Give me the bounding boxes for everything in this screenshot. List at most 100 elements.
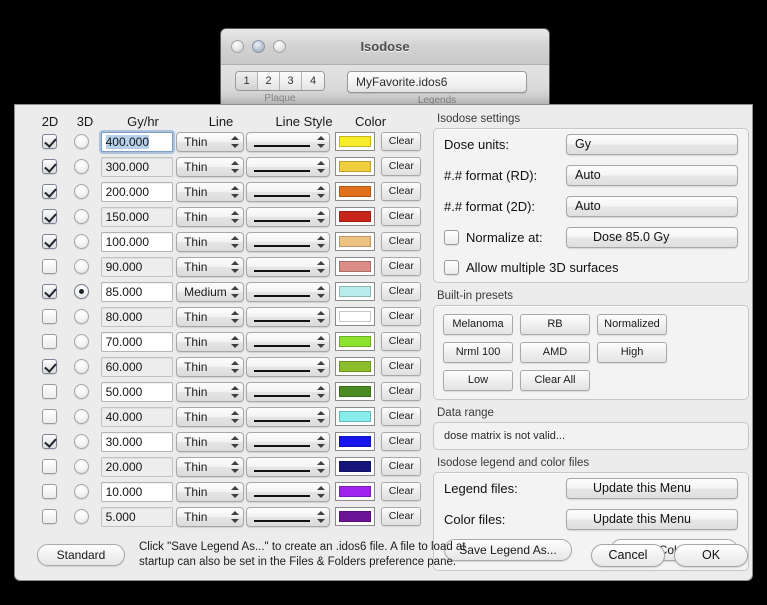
row-line-style-popup[interactable] bbox=[246, 381, 331, 402]
row-2d-checkbox[interactable] bbox=[41, 134, 57, 149]
row-2d-checkbox[interactable] bbox=[41, 409, 57, 424]
row-clear-button[interactable]: Clear bbox=[381, 407, 422, 426]
row-color-well[interactable] bbox=[335, 182, 376, 201]
row-2d-checkbox[interactable] bbox=[41, 459, 57, 474]
preset-button[interactable]: High bbox=[597, 342, 667, 363]
row-line-popup[interactable]: Thin bbox=[176, 306, 245, 327]
row-line-style-popup[interactable] bbox=[246, 131, 331, 152]
preset-button[interactable]: RB bbox=[520, 314, 590, 335]
zoom-button[interactable] bbox=[273, 40, 286, 53]
row-line-style-popup[interactable] bbox=[246, 231, 331, 252]
row-line-popup[interactable]: Thin bbox=[176, 131, 245, 152]
plaque-segment-1[interactable]: 1 bbox=[236, 72, 258, 90]
row-3d-radio[interactable] bbox=[74, 184, 90, 199]
row-3d-radio[interactable] bbox=[74, 284, 90, 299]
row-line-style-popup[interactable] bbox=[246, 431, 331, 452]
row-color-well[interactable] bbox=[335, 232, 376, 251]
row-line-style-popup[interactable] bbox=[246, 306, 331, 327]
row-value-input[interactable]: 5.000 bbox=[100, 506, 173, 527]
preset-button[interactable]: Nrml 100 bbox=[443, 342, 513, 363]
preset-button[interactable]: AMD bbox=[520, 342, 590, 363]
row-2d-checkbox[interactable] bbox=[41, 259, 57, 274]
row-line-style-popup[interactable] bbox=[246, 181, 331, 202]
plaque-segment-4[interactable]: 4 bbox=[302, 72, 324, 90]
row-clear-button[interactable]: Clear bbox=[381, 132, 422, 151]
row-clear-button[interactable]: Clear bbox=[381, 457, 422, 476]
minimize-button[interactable] bbox=[252, 40, 265, 53]
row-line-popup[interactable]: Thin bbox=[176, 331, 245, 352]
row-value-input[interactable]: 50.000 bbox=[100, 381, 173, 402]
row-3d-radio[interactable] bbox=[74, 259, 90, 274]
row-color-well[interactable] bbox=[335, 157, 376, 176]
row-value-input[interactable]: 40.000 bbox=[100, 406, 173, 427]
row-value-input[interactable]: 60.000 bbox=[100, 356, 173, 377]
row-3d-radio[interactable] bbox=[74, 434, 90, 449]
row-value-input[interactable]: 300.000 bbox=[100, 156, 173, 177]
row-value-input[interactable]: 90.000 bbox=[100, 256, 173, 277]
row-color-well[interactable] bbox=[335, 307, 376, 326]
row-3d-radio[interactable] bbox=[74, 334, 90, 349]
row-color-well[interactable] bbox=[335, 432, 376, 451]
dose-units-popup[interactable]: Gy bbox=[566, 134, 738, 155]
row-line-style-popup[interactable] bbox=[246, 506, 331, 527]
row-3d-radio[interactable] bbox=[74, 309, 90, 324]
row-line-popup[interactable]: Thin bbox=[176, 356, 245, 377]
row-clear-button[interactable]: Clear bbox=[381, 332, 422, 351]
allow-multi-3d-row[interactable]: Allow multiple 3D surfaces bbox=[434, 253, 748, 282]
row-line-popup[interactable]: Thin bbox=[176, 506, 245, 527]
row-3d-radio[interactable] bbox=[74, 234, 90, 249]
legend-files-popup[interactable]: Update this Menu bbox=[566, 478, 738, 499]
row-value-input[interactable]: 150.000 bbox=[100, 206, 173, 227]
row-2d-checkbox[interactable] bbox=[41, 384, 57, 399]
plaque-segment-2[interactable]: 2 bbox=[258, 72, 280, 90]
row-2d-checkbox[interactable] bbox=[41, 184, 57, 199]
row-clear-button[interactable]: Clear bbox=[381, 232, 422, 251]
row-3d-radio[interactable] bbox=[74, 359, 90, 374]
plaque-segment-3[interactable]: 3 bbox=[280, 72, 302, 90]
normalize-checkbox[interactable] bbox=[444, 230, 459, 245]
row-clear-button[interactable]: Clear bbox=[381, 207, 422, 226]
row-2d-checkbox[interactable] bbox=[41, 209, 57, 224]
format-rd-popup[interactable]: Auto bbox=[566, 165, 738, 186]
row-3d-radio[interactable] bbox=[74, 409, 90, 424]
row-color-well[interactable] bbox=[335, 382, 376, 401]
close-button[interactable] bbox=[231, 40, 244, 53]
row-line-style-popup[interactable] bbox=[246, 206, 331, 227]
row-line-style-popup[interactable] bbox=[246, 406, 331, 427]
row-2d-checkbox[interactable] bbox=[41, 434, 57, 449]
row-value-input[interactable]: 100.000 bbox=[100, 231, 173, 252]
row-2d-checkbox[interactable] bbox=[41, 284, 57, 299]
row-color-well[interactable] bbox=[335, 132, 376, 151]
preset-button[interactable]: Melanoma bbox=[443, 314, 513, 335]
row-line-popup[interactable]: Thin bbox=[176, 481, 245, 502]
row-clear-button[interactable]: Clear bbox=[381, 382, 422, 401]
row-2d-checkbox[interactable] bbox=[41, 159, 57, 174]
cancel-button[interactable]: Cancel bbox=[591, 544, 665, 567]
row-3d-radio[interactable] bbox=[74, 134, 90, 149]
row-line-style-popup[interactable] bbox=[246, 456, 331, 477]
row-line-style-popup[interactable] bbox=[246, 331, 331, 352]
row-clear-button[interactable]: Clear bbox=[381, 182, 422, 201]
row-line-popup[interactable]: Thin bbox=[176, 156, 245, 177]
row-line-popup[interactable]: Thin bbox=[176, 206, 245, 227]
row-2d-checkbox[interactable] bbox=[41, 334, 57, 349]
row-line-style-popup[interactable] bbox=[246, 256, 331, 277]
row-clear-button[interactable]: Clear bbox=[381, 357, 422, 376]
row-line-popup[interactable]: Thin bbox=[176, 381, 245, 402]
row-3d-radio[interactable] bbox=[74, 209, 90, 224]
row-line-popup[interactable]: Thin bbox=[176, 406, 245, 427]
row-clear-button[interactable]: Clear bbox=[381, 507, 422, 526]
row-line-popup[interactable]: Thin bbox=[176, 181, 245, 202]
row-line-popup[interactable]: Medium bbox=[176, 281, 245, 302]
plaque-segmented-control[interactable]: 1 2 3 4 bbox=[235, 71, 325, 91]
row-value-input[interactable]: 70.000 bbox=[100, 331, 173, 352]
row-clear-button[interactable]: Clear bbox=[381, 282, 422, 301]
row-clear-button[interactable]: Clear bbox=[381, 157, 422, 176]
window-controls[interactable] bbox=[231, 40, 286, 53]
row-line-style-popup[interactable] bbox=[246, 156, 331, 177]
row-2d-checkbox[interactable] bbox=[41, 484, 57, 499]
row-3d-radio[interactable] bbox=[74, 159, 90, 174]
legends-popup[interactable]: MyFavorite.idos6 bbox=[347, 71, 527, 93]
row-value-input[interactable]: 400.000 bbox=[100, 131, 173, 152]
row-color-well[interactable] bbox=[335, 482, 376, 501]
